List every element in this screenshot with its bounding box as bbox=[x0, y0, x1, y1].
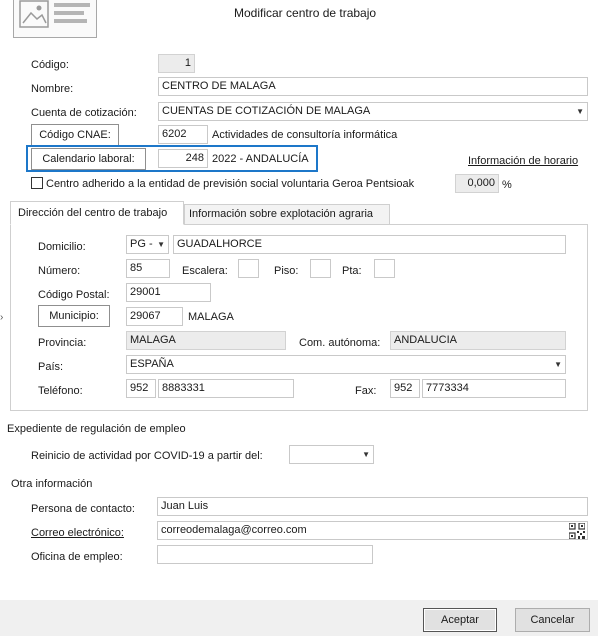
pais-label: País: bbox=[38, 361, 64, 373]
piso-field[interactable] bbox=[310, 259, 331, 278]
cuenta-value: CUENTAS DE COTIZACIÓN DE MALAGA bbox=[162, 105, 371, 117]
pais-value: ESPAÑA bbox=[130, 358, 174, 370]
window-icon bbox=[13, 0, 97, 38]
footer-bar: Aceptar Cancelar bbox=[0, 600, 598, 636]
telefono-prefix-field[interactable]: 952 bbox=[126, 379, 156, 398]
domicilio-type-select[interactable]: PG - ▼ bbox=[126, 235, 169, 254]
chevron-down-icon: ▼ bbox=[554, 360, 562, 369]
escalera-field[interactable] bbox=[238, 259, 259, 278]
domicilio-type-value: PG - bbox=[130, 238, 153, 250]
cnae-button[interactable]: Código CNAE: bbox=[31, 124, 119, 146]
municipio-name: MALAGA bbox=[188, 311, 234, 323]
pta-field[interactable] bbox=[374, 259, 395, 278]
erte-heading: Expediente de regulación de empleo bbox=[7, 423, 186, 435]
fax-prefix-field[interactable]: 952 bbox=[390, 379, 420, 398]
accept-button[interactable]: Aceptar bbox=[423, 608, 497, 632]
calendario-button[interactable]: Calendario laboral: bbox=[31, 148, 146, 170]
municipio-button[interactable]: Municipio: bbox=[38, 305, 110, 327]
qr-code-icon[interactable] bbox=[568, 522, 586, 540]
left-chevron-icon: › bbox=[0, 312, 4, 323]
chevron-down-icon: ▼ bbox=[157, 240, 165, 249]
provincia-field: MALAGA bbox=[126, 331, 286, 350]
cuenta-label: Cuenta de cotización: bbox=[31, 107, 137, 119]
pais-select[interactable]: ESPAÑA ▼ bbox=[126, 355, 566, 374]
correo-link[interactable]: Correo electrónico: bbox=[31, 526, 124, 540]
telefono-label: Teléfono: bbox=[38, 385, 83, 397]
escalera-label: Escalera: bbox=[182, 265, 228, 277]
geroa-checkbox[interactable] bbox=[31, 177, 43, 189]
com-autonoma-field: ANDALUCIA bbox=[390, 331, 566, 350]
pta-label: Pta: bbox=[342, 265, 362, 277]
tab-direccion[interactable]: Dirección del centro de trabajo bbox=[10, 201, 184, 225]
contacto-field[interactable]: Juan Luis bbox=[157, 497, 588, 516]
cnae-code-field[interactable]: 6202 bbox=[158, 125, 208, 144]
domicilio-label: Domicilio: bbox=[38, 241, 86, 253]
geroa-label: Centro adherido a la entidad de previsió… bbox=[46, 178, 415, 190]
cancel-button[interactable]: Cancelar bbox=[515, 608, 590, 632]
telefono-field[interactable]: 8883331 bbox=[158, 379, 294, 398]
cuenta-select[interactable]: CUENTAS DE COTIZACIÓN DE MALAGA ▼ bbox=[158, 102, 588, 121]
tab-explotacion-label: Información sobre explotación agraria bbox=[189, 208, 374, 220]
fax-field[interactable]: 7773334 bbox=[422, 379, 566, 398]
numero-field[interactable]: 85 bbox=[126, 259, 170, 278]
municipio-code-field[interactable]: 29067 bbox=[126, 307, 183, 326]
correo-field[interactable]: correodemalaga@correo.com bbox=[157, 521, 588, 540]
numero-label: Número: bbox=[38, 265, 81, 277]
contacto-label: Persona de contacto: bbox=[31, 503, 135, 515]
tab-explotacion-agraria[interactable]: Información sobre explotación agraria bbox=[184, 204, 390, 224]
provincia-label: Provincia: bbox=[38, 337, 87, 349]
piso-label: Piso: bbox=[274, 265, 299, 277]
codigo-postal-label: Código Postal: bbox=[38, 289, 110, 301]
chevron-down-icon: ▼ bbox=[362, 450, 370, 459]
nombre-label: Nombre: bbox=[31, 83, 74, 95]
otra-heading: Otra información bbox=[11, 478, 93, 490]
reinicio-date-select[interactable]: ▼ bbox=[289, 445, 374, 464]
cnae-description: Actividades de consultoría informática bbox=[212, 129, 398, 141]
com-autonoma-label: Com. autónoma: bbox=[299, 337, 381, 349]
calendario-description: 2022 - ANDALUCÍA bbox=[212, 153, 309, 165]
codigo-postal-field[interactable]: 29001 bbox=[126, 283, 211, 302]
reinicio-label: Reinicio de actividad por COVID-19 a par… bbox=[31, 450, 263, 462]
codigo-field[interactable]: 1 bbox=[158, 54, 195, 73]
tab-direccion-label: Dirección del centro de trabajo bbox=[18, 207, 168, 219]
codigo-label: Código: bbox=[31, 59, 69, 71]
calendario-code-field[interactable]: 248 bbox=[158, 149, 208, 168]
info-horario-link[interactable]: Información de horario bbox=[468, 154, 578, 168]
nombre-field[interactable]: CENTRO DE MALAGA bbox=[158, 77, 588, 96]
geroa-unit: % bbox=[502, 179, 512, 191]
oficina-field[interactable] bbox=[157, 545, 373, 564]
fax-label: Fax: bbox=[355, 385, 377, 397]
window-title: Modificar centro de trabajo bbox=[234, 6, 377, 20]
chevron-down-icon: ▼ bbox=[576, 107, 584, 116]
geroa-field[interactable]: 0,000 bbox=[455, 174, 499, 193]
domicilio-field[interactable]: GUADALHORCE bbox=[173, 235, 566, 254]
oficina-label: Oficina de empleo: bbox=[31, 551, 123, 563]
